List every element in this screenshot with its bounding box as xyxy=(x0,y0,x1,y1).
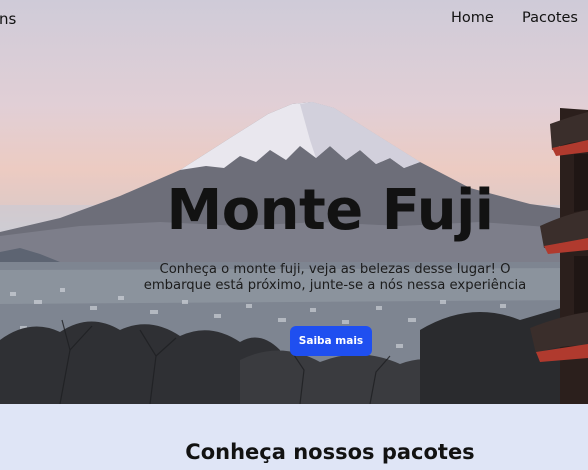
hero-description: Conheça o monte fuji, veja as belezas de… xyxy=(143,262,527,293)
page: ns Home Pacotes Monte Fuji Conheça o mon… xyxy=(0,0,588,470)
saiba-mais-button[interactable]: Saiba mais xyxy=(290,326,372,356)
brand-logo[interactable]: ns xyxy=(0,10,16,28)
hero-title: Monte Fuji xyxy=(166,178,494,243)
section-title: Conheça nossos pacotes xyxy=(185,440,475,464)
hero-banner: ns Home Pacotes Monte Fuji Conheça o mon… xyxy=(0,0,588,404)
nav-link-pacotes[interactable]: Pacotes xyxy=(522,10,578,26)
nav-link-home[interactable]: Home xyxy=(451,10,494,26)
